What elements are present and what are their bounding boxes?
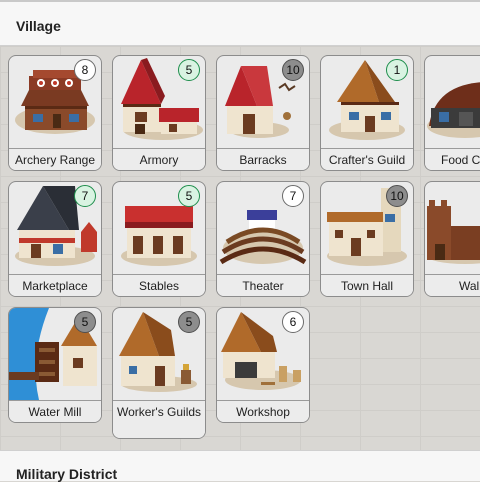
building-name: Archery Range [9,148,101,170]
building-card-town-hall[interactable]: 10 Town Hall [320,181,414,297]
building-card-archery-range[interactable]: 8 Archery Range [8,55,102,171]
count-badge: 8 [74,59,96,81]
building-card-water-mill[interactable]: 5 Water Mill [8,307,102,423]
count-badge: 1 [386,59,408,81]
building-card-workshop[interactable]: 6 Workshop [216,307,310,423]
village-section-header: Village [0,0,480,46]
building-name: Crafter's Guild [321,148,413,170]
count-badge: 7 [74,185,96,207]
count-badge: 7 [282,185,304,207]
count-badge: 6 [282,311,304,333]
count-badge: 5 [178,59,200,81]
building-name: Barracks [217,148,309,170]
wall-icon [427,200,480,264]
building-name: Town Hall [321,274,413,296]
building-name: Workshop [217,400,309,422]
building-name: Stables [113,274,205,296]
count-badge: 5 [178,185,200,207]
building-name: Marketplace [9,274,101,296]
section-title: Village [16,18,61,34]
building-name: Theater [217,274,309,296]
military-section-header: Military District [0,450,480,482]
building-card-food[interactable]: Food C [424,55,480,171]
building-name: Food C [425,148,480,170]
building-name: Water Mill [9,400,101,422]
building-card-barracks[interactable]: 10 Barracks [216,55,310,171]
food-building-icon [427,82,480,138]
count-badge: 5 [74,311,96,333]
building-card-workers-guilds[interactable]: 5 Worker's Guilds [112,307,206,439]
count-badge: 10 [282,59,304,81]
building-name: Wall [425,274,480,296]
building-name: Armory [113,148,205,170]
building-card-wall[interactable]: Wall [424,181,480,297]
count-badge: 5 [178,311,200,333]
building-card-armory[interactable]: 5 Armory [112,55,206,171]
building-card-theater[interactable]: 7 Theater [216,181,310,297]
building-card-stables[interactable]: 5 Stables [112,181,206,297]
building-card-crafters-guild[interactable]: 1 Crafter's Guild [320,55,414,171]
building-name: Worker's Guilds [113,400,205,438]
building-card-marketplace[interactable]: 7 Marketplace [8,181,102,297]
count-badge: 10 [386,185,408,207]
